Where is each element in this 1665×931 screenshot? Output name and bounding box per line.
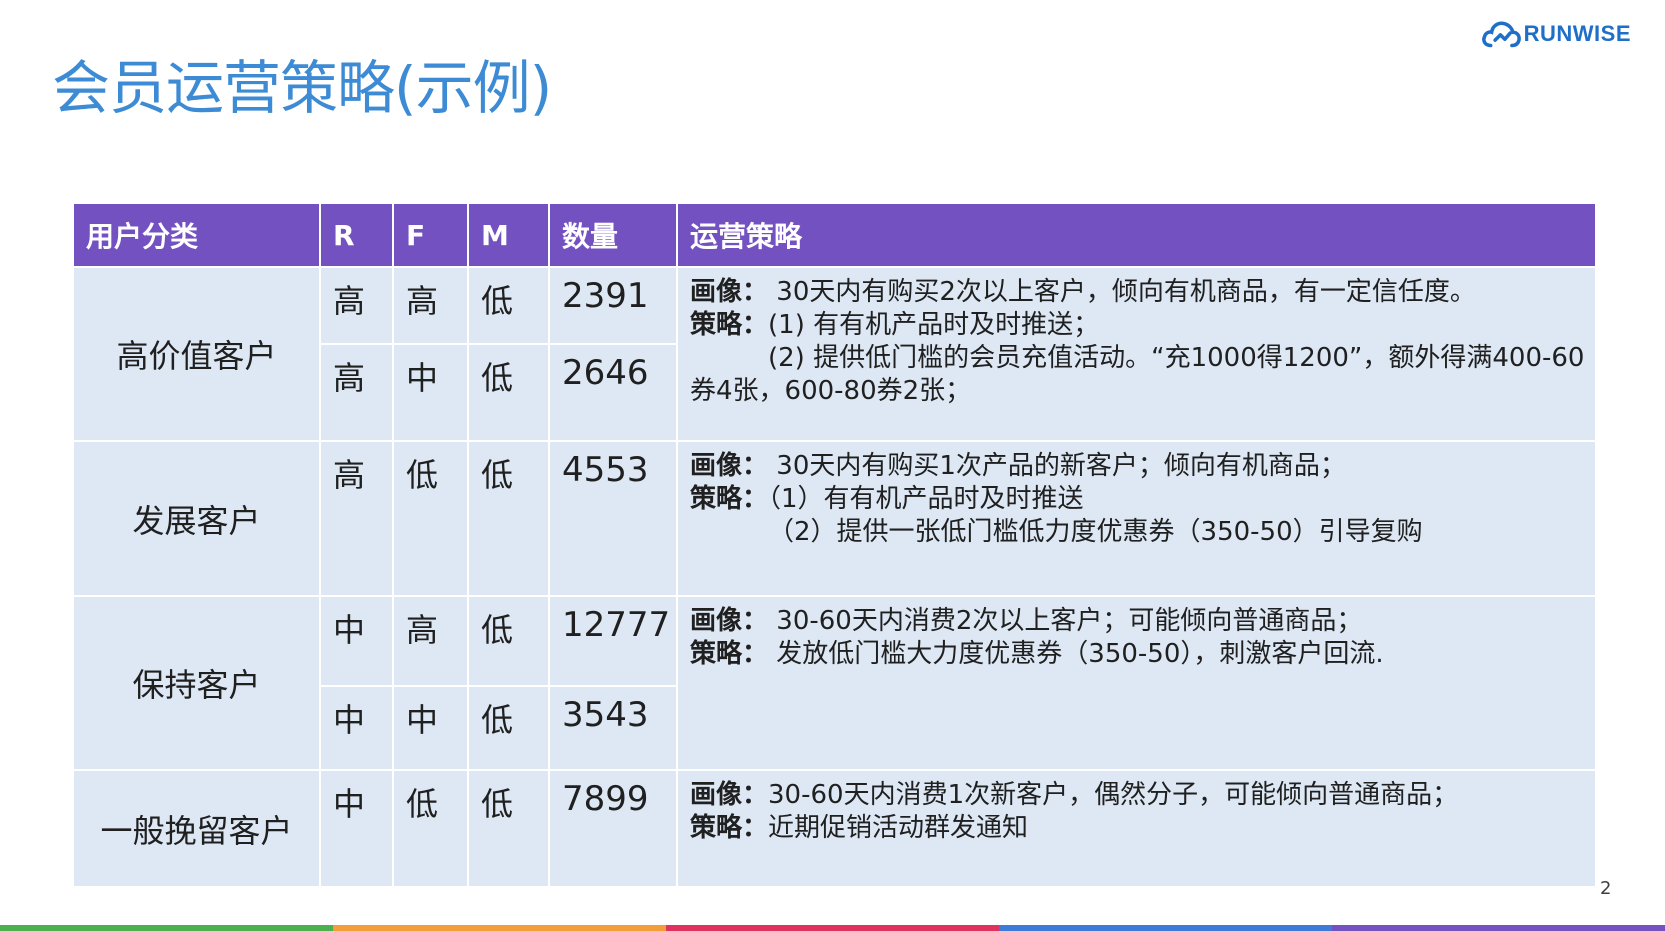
strategy-text: (1) 有有机产品时及时推送； [768, 310, 1100, 340]
strategy-line: 策略： 发放低门槛大力度优惠券（350-50），刺激客户回流. [690, 638, 1585, 671]
header-segment: 用户分类 [72, 202, 321, 268]
f-cell: 高 [392, 266, 469, 345]
count-cell: 2391 [548, 266, 678, 345]
strategy-line: 画像：30-60天内消费1次新客户，偶然分子，可能倾向普通商品； [690, 779, 1585, 812]
page-number: 2 [1600, 878, 1612, 899]
runwise-logo: RUNWISE [1481, 12, 1631, 56]
strategy-text: （2）提供一张低门槛低力度优惠券（350-50）引导复购 [768, 517, 1423, 547]
footer-color-bar [0, 925, 1665, 931]
table-row: 发展客户 高 低 低 4553 画像： 30天内有购买1次产品的新客户；倾向有机… [72, 440, 1597, 597]
count-cell: 7899 [548, 769, 678, 888]
strategy-line: 画像： 30天内有购买1次产品的新客户；倾向有机商品； [690, 450, 1585, 483]
count-cell: 12777 [548, 595, 678, 687]
header-r: R [319, 202, 394, 268]
strategy-text: 30-60天内消费1次新客户，偶然分子，可能倾向普通商品； [768, 780, 1459, 810]
segment-cell: 高价值客户 [72, 266, 321, 442]
strategy-text: (2) 提供低门槛的会员充值活动。“充1000得1200”，额外得满400-60… [690, 343, 1585, 406]
m-cell: 低 [467, 440, 550, 597]
strategy-text: 30天内有购买2次以上客户，倾向有机商品，有一定信任度。 [768, 277, 1476, 307]
slide-title: 会员运营策略(示例) [52, 54, 552, 122]
r-cell: 高 [319, 343, 394, 442]
strategy-label: 策略： [690, 813, 769, 843]
footer-segment [1332, 925, 1665, 931]
table-row: 保持客户 中 高 低 12777 画像： 30-60天内消费2次以上客户；可能倾… [72, 595, 1597, 771]
strategy-cell: 画像：30-60天内消费1次新客户，偶然分子，可能倾向普通商品； 策略：近期促销… [676, 769, 1597, 888]
strategy-line: 策略：(1) 有有机产品时及时推送； [690, 309, 1585, 342]
strategy-label: 画像： [690, 606, 769, 636]
strategy-text: （1）有有机产品时及时推送 [768, 484, 1084, 514]
f-cell: 高 [392, 595, 469, 687]
segment-cell: 保持客户 [72, 595, 321, 771]
rfm-strategy-table: 用户分类 R F M 数量 运营策略 高价值客户 高 高 低 2391 画像： … [72, 202, 1597, 888]
strategy-text: 发放低门槛大力度优惠券（350-50），刺激客户回流. [768, 639, 1384, 669]
f-cell: 低 [392, 440, 469, 597]
f-cell: 中 [392, 685, 469, 771]
segment-cell: 发展客户 [72, 440, 321, 597]
count-cell: 4553 [548, 440, 678, 597]
table-row: 高价值客户 高 高 低 2391 画像： 30天内有购买2次以上客户，倾向有机商… [72, 266, 1597, 442]
logo-text: RUNWISE [1523, 21, 1631, 46]
strategy-cell: 画像： 30天内有购买2次以上客户，倾向有机商品，有一定信任度。 策略：(1) … [676, 266, 1597, 442]
footer-segment [999, 925, 1332, 931]
strategy-label: 策略： [690, 310, 769, 340]
strategy-label: 画像： [690, 451, 769, 481]
f-cell: 低 [392, 769, 469, 888]
table-row: 一般挽留客户 中 低 低 7899 画像：30-60天内消费1次新客户，偶然分子… [72, 769, 1597, 888]
m-cell: 低 [467, 266, 550, 345]
strategy-text: 30天内有购买1次产品的新客户；倾向有机商品； [768, 451, 1346, 481]
r-cell: 中 [319, 595, 394, 687]
m-cell: 低 [467, 343, 550, 442]
m-cell: 低 [467, 685, 550, 771]
strategy-label: 策略： [690, 484, 769, 514]
segment-cell: 一般挽留客户 [72, 769, 321, 888]
strategy-text: 30-60天内消费2次以上客户；可能倾向普通商品； [768, 606, 1363, 636]
strategy-line: 策略：（1）有有机产品时及时推送 [690, 483, 1585, 516]
r-cell: 高 [319, 266, 394, 345]
strategy-cell: 画像： 30天内有购买1次产品的新客户；倾向有机商品； 策略：（1）有有机产品时… [676, 440, 1597, 597]
m-cell: 低 [467, 595, 550, 687]
footer-segment [333, 925, 666, 931]
header-f: F [392, 202, 469, 268]
strategy-cell: 画像： 30-60天内消费2次以上客户；可能倾向普通商品； 策略： 发放低门槛大… [676, 595, 1597, 771]
r-cell: 中 [319, 685, 394, 771]
f-cell: 中 [392, 343, 469, 442]
strategy-label: 画像： [690, 780, 769, 810]
header-count: 数量 [548, 202, 678, 268]
strategy-line: 画像： 30天内有购买2次以上客户，倾向有机商品，有一定信任度。 [690, 276, 1585, 309]
footer-segment [666, 925, 999, 931]
cloud-logo-icon [1482, 21, 1521, 48]
count-cell: 2646 [548, 343, 678, 442]
strategy-line: (2) 提供低门槛的会员充值活动。“充1000得1200”，额外得满400-60… [690, 342, 1585, 408]
strategy-label: 画像： [690, 277, 769, 307]
footer-segment [0, 925, 333, 931]
strategy-line: 策略：近期促销活动群发通知 [690, 812, 1585, 845]
count-cell: 3543 [548, 685, 678, 771]
strategy-line: （2）提供一张低门槛低力度优惠券（350-50）引导复购 [690, 516, 1585, 549]
table-header-row: 用户分类 R F M 数量 运营策略 [72, 202, 1597, 268]
header-m: M [467, 202, 550, 268]
header-strategy: 运营策略 [676, 202, 1597, 268]
r-cell: 中 [319, 769, 394, 888]
m-cell: 低 [467, 769, 550, 888]
strategy-label: 策略： [690, 639, 769, 669]
strategy-line: 画像： 30-60天内消费2次以上客户；可能倾向普通商品； [690, 605, 1585, 638]
strategy-text: 近期促销活动群发通知 [768, 813, 1029, 843]
r-cell: 高 [319, 440, 394, 597]
